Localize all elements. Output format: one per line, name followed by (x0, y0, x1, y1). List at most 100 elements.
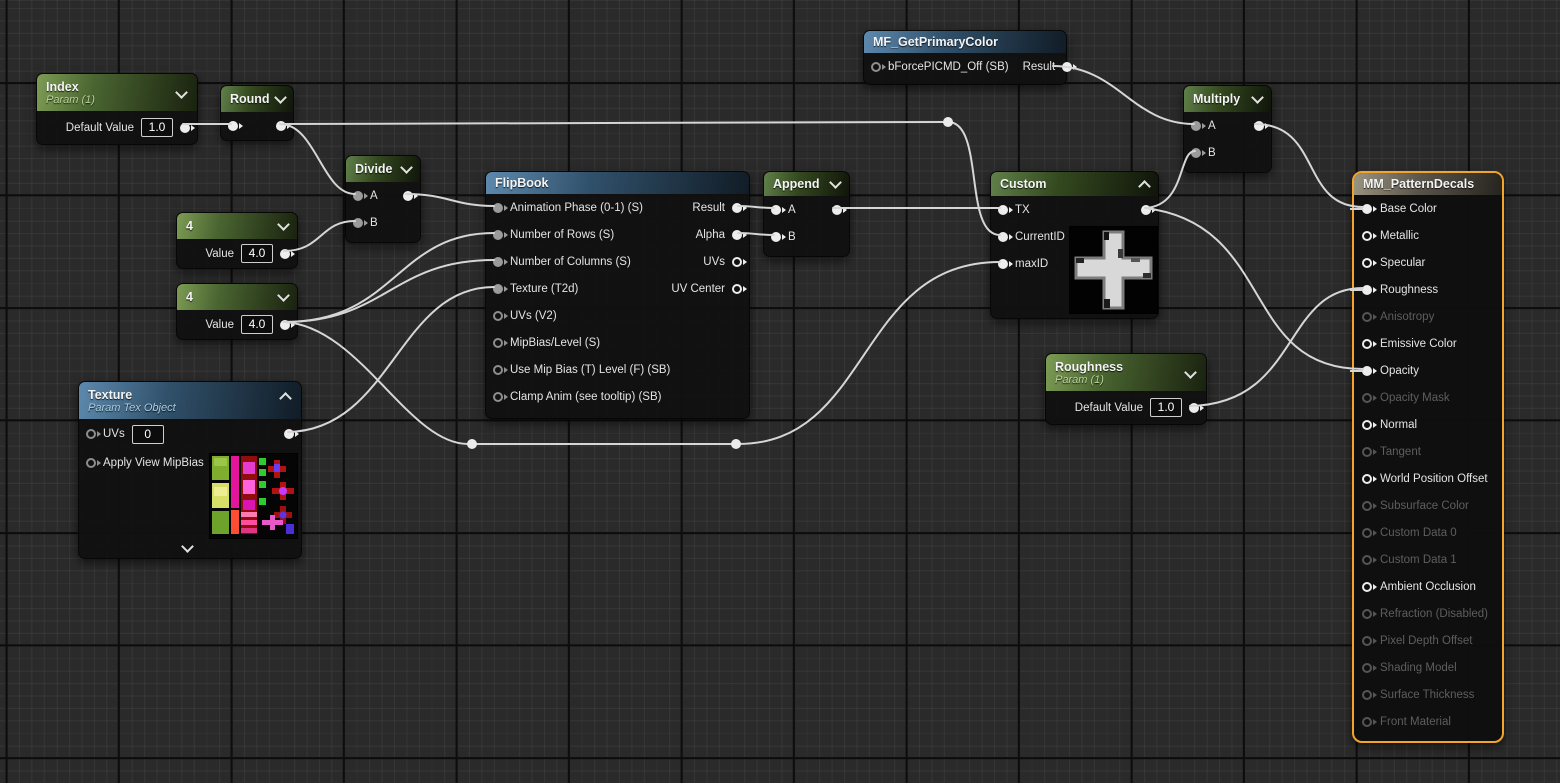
input-pin[interactable] (228, 121, 243, 131)
node-multiply[interactable]: Multiply A B (1183, 85, 1272, 173)
reroute-node[interactable] (731, 439, 741, 449)
node-index[interactable]: Index Param (1) Default Value 1.0 (36, 73, 198, 145)
node-texture[interactable]: Texture Param Tex Object UVs 0 Apply Vie… (78, 381, 302, 559)
uv-center-output-pin[interactable] (732, 284, 747, 294)
node-roughness[interactable]: Roughness Param (1) Default Value 1.0 (1045, 353, 1207, 425)
output-pin[interactable] (276, 121, 291, 131)
chevron-down-icon[interactable] (1251, 91, 1264, 104)
result-output-pin[interactable] (732, 202, 747, 213)
node-constant4-bottom-header[interactable]: 4 (177, 284, 297, 310)
chevron-up-icon[interactable] (279, 392, 292, 405)
chevron-down-icon[interactable] (175, 86, 188, 99)
default-value-input[interactable]: 1.0 (141, 118, 173, 137)
node-mm-header[interactable]: MM_PatternDecals (1354, 173, 1502, 195)
node-append[interactable]: Append A B (763, 171, 850, 257)
wire-round-to-reroute[interactable] (279, 121, 947, 125)
input-pin-a[interactable] (353, 190, 368, 201)
currentid-input-pin[interactable] (998, 231, 1013, 242)
output-pin[interactable] (1189, 402, 1204, 413)
chevron-down-icon[interactable] (1184, 366, 1197, 379)
node-constant4-top[interactable]: 4 Value 4.0 (176, 212, 298, 269)
chevron-down-icon[interactable] (400, 161, 413, 174)
wire-mf-result-to-multiply-a[interactable] (1052, 65, 1195, 125)
node-constant4-top-header[interactable]: 4 (177, 213, 297, 239)
reroute-node[interactable] (467, 439, 477, 449)
node-flipbook-header[interactable]: FlipBook (486, 172, 749, 194)
node-flipbook[interactable]: FlipBook Animation Phase (0-1) (S) Resul… (485, 171, 750, 419)
node-mf-header[interactable]: MF_GetPrimaryColor (864, 31, 1066, 53)
front-material-input-pin (1362, 717, 1377, 727)
value-input[interactable]: 4.0 (241, 315, 273, 334)
input-pin[interactable] (493, 392, 508, 402)
wire-texture-to-flipbook-texture[interactable] (287, 286, 495, 433)
emissive-color-input-pin[interactable] (1362, 339, 1377, 349)
value-input[interactable]: 4.0 (241, 244, 273, 263)
expand-pins-chevron-icon[interactable] (181, 540, 194, 553)
input-pin[interactable] (493, 283, 508, 294)
graph-canvas[interactable]: Index Param (1) Default Value 1.0 Round … (0, 0, 1560, 783)
chevron-down-icon[interactable] (277, 218, 290, 231)
pin-label: Anisotropy (1380, 310, 1435, 323)
pin-label: Metallic (1380, 229, 1419, 242)
wire-reroute2-to-custom-maxid[interactable] (737, 261, 1001, 445)
output-pin[interactable] (1254, 120, 1269, 131)
uvs-input-pin[interactable] (86, 429, 101, 439)
input-pin[interactable] (871, 62, 886, 72)
input-pin[interactable] (493, 202, 508, 213)
input-pin-b[interactable] (771, 231, 786, 242)
ambient-occlusion-input-pin[interactable] (1362, 582, 1377, 592)
tx-input-pin[interactable] (998, 204, 1013, 215)
input-pin[interactable] (493, 338, 508, 348)
node-multiply-header[interactable]: Multiply (1184, 86, 1271, 112)
alpha-output-pin[interactable] (732, 229, 747, 240)
pin-label: Custom Data 0 (1380, 526, 1457, 539)
wire-custom-to-mm-opacity[interactable] (1144, 207, 1364, 370)
input-pin[interactable] (493, 311, 508, 321)
node-round[interactable]: Round (220, 85, 294, 141)
input-pin[interactable] (493, 256, 508, 267)
node-append-header[interactable]: Append (764, 172, 849, 196)
uvs-value-input[interactable]: 0 (131, 424, 164, 444)
node-divide[interactable]: Divide A B (345, 155, 421, 243)
maxid-input-pin[interactable] (998, 258, 1013, 269)
output-pin[interactable] (403, 190, 418, 201)
node-custom-header[interactable]: Custom (991, 172, 1158, 196)
world-position-offset-input-pin[interactable] (1362, 474, 1377, 484)
node-constant4-bottom[interactable]: 4 Value 4.0 (176, 283, 298, 340)
node-divide-header[interactable]: Divide (346, 156, 420, 182)
pin-label: CurrentID (1015, 230, 1065, 243)
input-pin-b[interactable] (353, 217, 368, 228)
chevron-down-icon[interactable] (829, 176, 842, 189)
wire-four-bottom-to-flipbook-rows[interactable] (283, 232, 495, 323)
base-color-input-pin[interactable] (1350, 203, 1377, 214)
chevron-down-icon[interactable] (277, 289, 290, 302)
node-round-header[interactable]: Round (221, 86, 293, 112)
normal-input-pin[interactable] (1362, 420, 1377, 430)
chevron-down-icon[interactable] (273, 91, 287, 104)
pin-label: Result (1022, 60, 1056, 73)
input-pin[interactable] (493, 229, 508, 240)
default-value-input[interactable]: 1.0 (1150, 398, 1182, 417)
wire-roughness-to-mm-roughness[interactable] (1189, 287, 1364, 407)
node-mf-getprimarycolor[interactable]: MF_GetPrimaryColor bForcePICMD_Off (SB) … (863, 30, 1078, 85)
output-pin[interactable] (832, 204, 847, 215)
node-texture-header[interactable]: Texture Param Tex Object (79, 382, 301, 419)
wire-four-bottom-to-flipbook-columns[interactable] (283, 259, 495, 323)
node-custom[interactable]: Custom TX CurrentID maxID (990, 171, 1159, 319)
node-mm-patterndecals[interactable]: MM_PatternDecals Base Color Metallic Spe… (1350, 171, 1504, 743)
output-pin[interactable] (284, 429, 299, 439)
pixel-depth-offset-input-pin (1362, 636, 1377, 646)
uvs-output-pin[interactable] (732, 257, 747, 267)
opacity-input-pin[interactable] (1350, 365, 1377, 376)
reroute-node[interactable] (943, 117, 953, 127)
node-roughness-header[interactable]: Roughness Param (1) (1046, 354, 1206, 391)
roughness-input-pin[interactable] (1350, 284, 1377, 295)
mipbias-input-pin[interactable] (86, 458, 101, 468)
metallic-input-pin[interactable] (1362, 231, 1377, 241)
node-index-header[interactable]: Index Param (1) (37, 74, 197, 111)
chevron-up-icon[interactable] (1138, 179, 1151, 193)
input-pin[interactable] (493, 365, 508, 375)
specular-input-pin[interactable] (1362, 258, 1377, 268)
input-pin-a[interactable] (1191, 120, 1206, 131)
input-pin-a[interactable] (771, 204, 786, 215)
